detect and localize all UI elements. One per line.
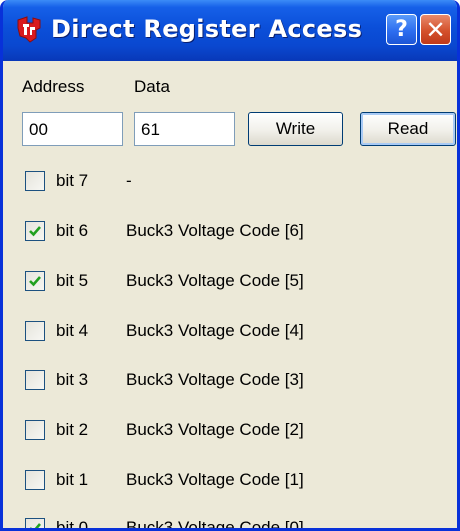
- data-field[interactable]: 61: [134, 112, 235, 146]
- bit-label: bit 6: [56, 221, 89, 240]
- bit-label: bit 7: [56, 171, 89, 190]
- bit-label: bit 1: [56, 470, 89, 489]
- bit-checkbox[interactable]: [25, 518, 45, 528]
- bit-label: bit 0: [56, 518, 89, 531]
- close-button[interactable]: ✕: [420, 14, 451, 45]
- bit-description: Buck3 Voltage Code [5]: [126, 271, 304, 290]
- bit-checkbox[interactable]: [25, 221, 45, 241]
- bit-description: Buck3 Voltage Code [6]: [126, 221, 304, 240]
- bit-label: bit 2: [56, 420, 89, 439]
- window-title: Direct Register Access: [51, 15, 363, 43]
- check-icon: [29, 226, 41, 237]
- bit-checkbox[interactable]: [25, 470, 45, 490]
- address-field[interactable]: 00: [22, 112, 123, 146]
- bit-checkbox[interactable]: [25, 171, 45, 191]
- help-button[interactable]: ?: [386, 14, 417, 45]
- ti-logo-icon: [17, 16, 41, 43]
- bit-checkbox[interactable]: [25, 271, 45, 291]
- bit-description: Buck3 Voltage Code [4]: [126, 321, 304, 340]
- check-icon: [29, 276, 41, 287]
- check-icon: [30, 523, 41, 528]
- data-label: Data: [134, 77, 170, 96]
- bit-description: Buck3 Voltage Code [1]: [126, 470, 304, 489]
- bit-description: Buck3 Voltage Code [0]: [126, 518, 304, 531]
- close-icon: ✕: [425, 15, 446, 44]
- bit-label: bit 5: [56, 271, 89, 290]
- direct-register-access-window: Direct Register Access ? ✕ Address Data …: [0, 0, 460, 531]
- bit-description: -: [126, 171, 132, 190]
- bit-checkbox[interactable]: [25, 370, 45, 390]
- bit-description: Buck3 Voltage Code [2]: [126, 420, 304, 439]
- bit-checkbox[interactable]: [25, 420, 45, 440]
- bit-description: Buck3 Voltage Code [3]: [126, 370, 304, 389]
- help-icon: ?: [395, 17, 408, 42]
- write-button[interactable]: Write: [248, 112, 343, 146]
- read-button[interactable]: Read: [360, 112, 456, 146]
- bit-label: bit 4: [56, 321, 89, 340]
- bit-checkbox[interactable]: [25, 321, 45, 341]
- title-bar[interactable]: Direct Register Access ? ✕: [3, 0, 457, 61]
- write-button-label: Write: [275, 119, 316, 138]
- address-label: Address: [22, 77, 85, 96]
- read-button-label: Read: [387, 119, 429, 138]
- bit-label: bit 3: [56, 370, 89, 389]
